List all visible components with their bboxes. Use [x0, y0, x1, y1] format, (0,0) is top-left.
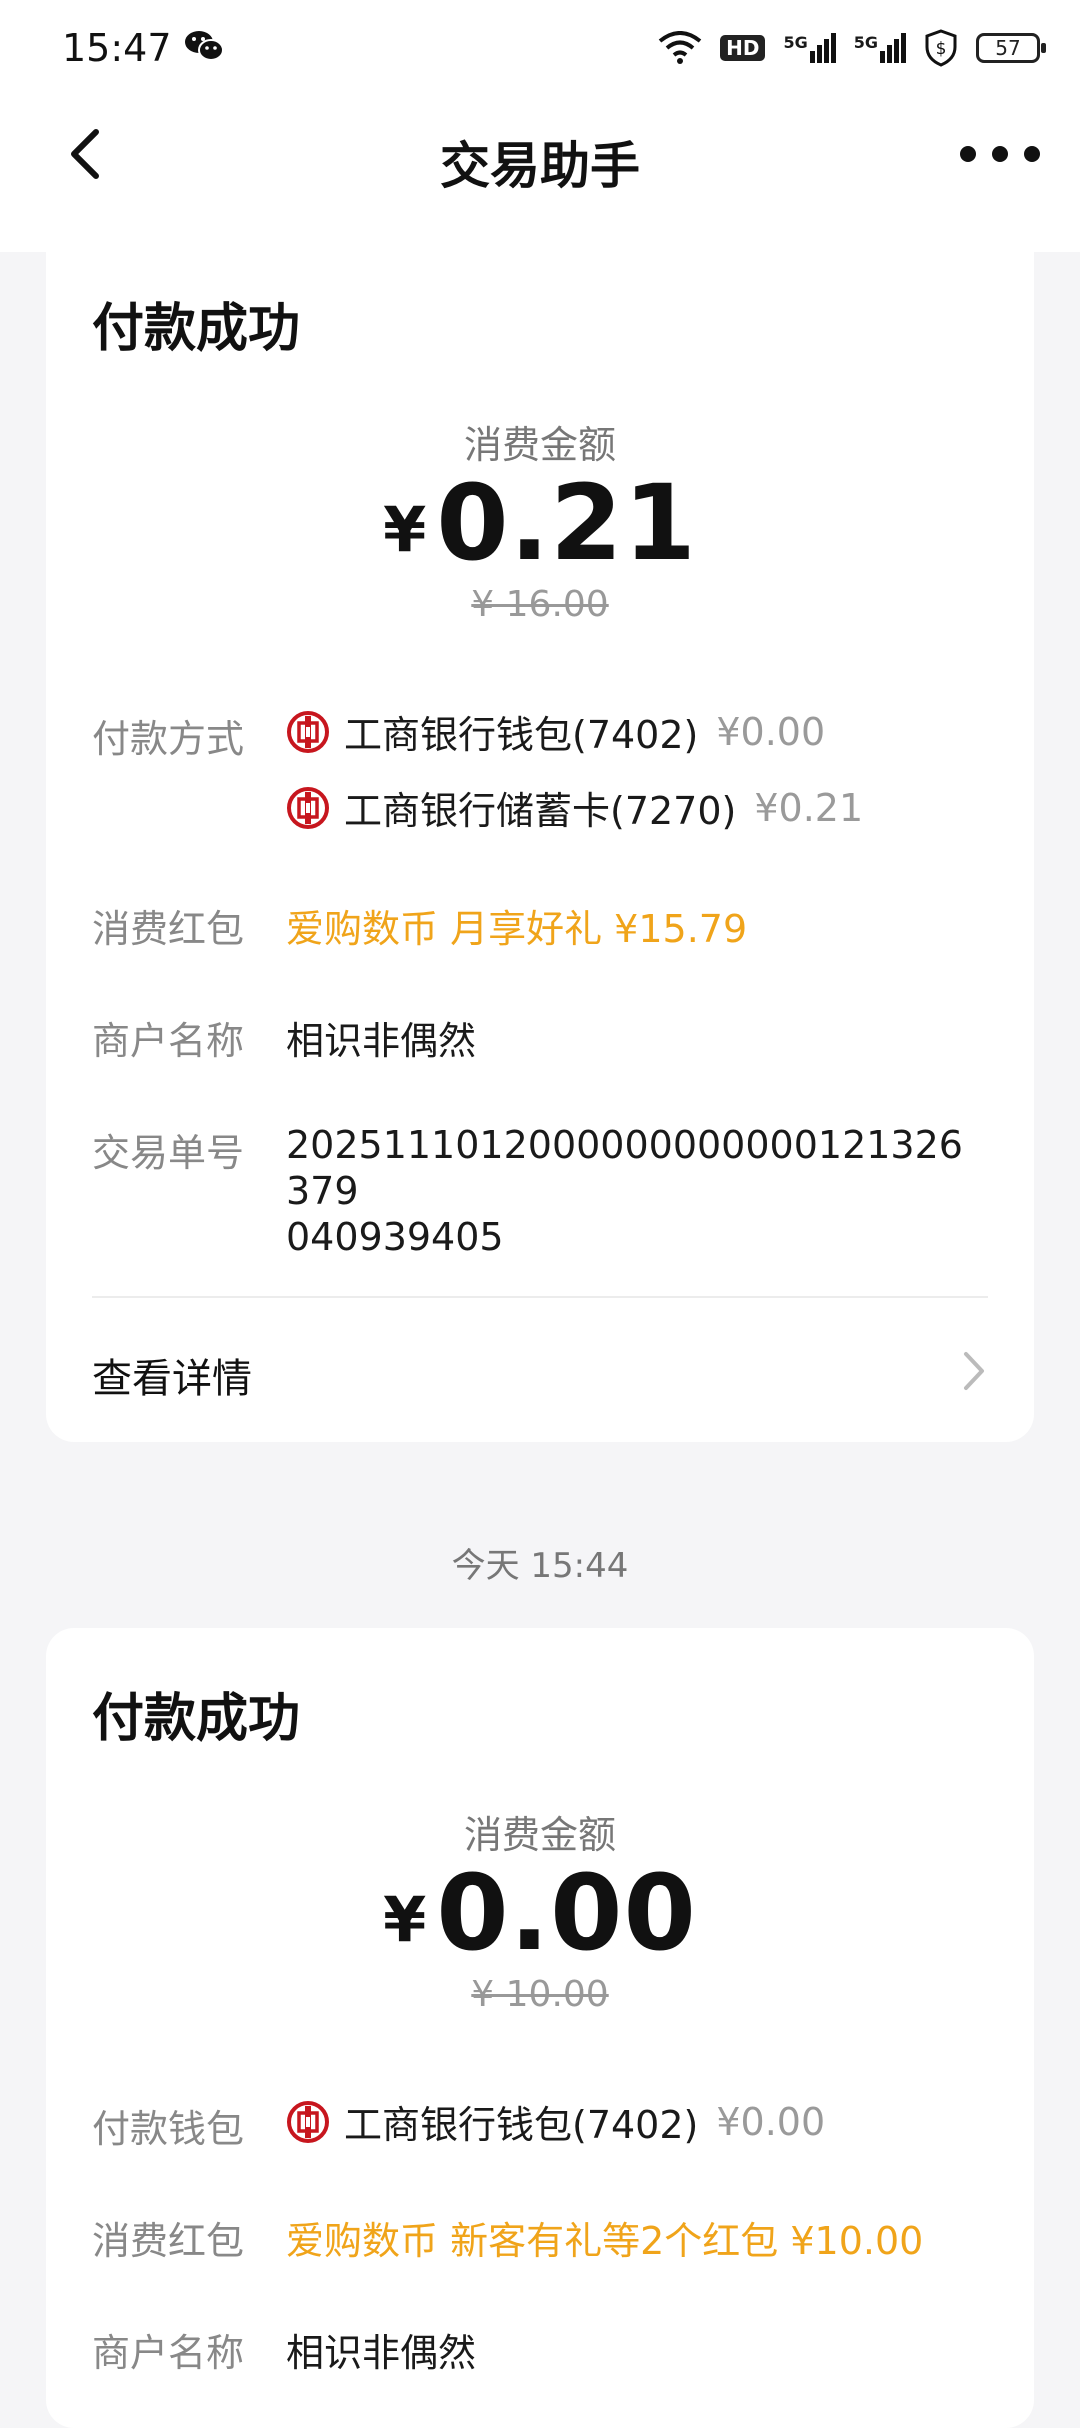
- chevron-right-icon[interactable]: [954, 1346, 994, 1396]
- message-timestamp: 今天 15:44: [451, 1546, 629, 1586]
- transaction-card: 付款成功 消费金额 ¥0.21 ¥ 16.00 付款方式 工商银行钱包(7402…: [46, 252, 1034, 1442]
- payment-item: 工商银行钱包(7402) ¥0.00: [286, 704, 825, 759]
- battery-icon: 57: [976, 33, 1046, 63]
- amount: ¥0.21: [383, 462, 697, 584]
- more-options-icon[interactable]: [960, 126, 1040, 182]
- icbc-logo-icon: [287, 786, 329, 829]
- merchant-value: 相识非偶然: [286, 2331, 477, 2375]
- order-number-label: 交易单号: [92, 1131, 245, 1175]
- signal-5g-icon: 5G: [783, 33, 836, 63]
- amount-label: 消费金额: [463, 423, 616, 467]
- original-amount: ¥ 10.00: [471, 1974, 609, 2015]
- card-heading: 付款成功: [92, 1689, 301, 1749]
- redpacket-value: 爱购数币 月享好礼 ¥15.79: [286, 907, 748, 951]
- status-icons: HD 5G 5G $ 57: [658, 24, 1046, 72]
- redpacket-label: 消费红包: [92, 907, 245, 951]
- amount-label: 消费金额: [463, 1813, 616, 1857]
- payment-item: 工商银行钱包(7402) ¥0.00: [286, 2094, 825, 2149]
- card-heading: 付款成功: [92, 299, 301, 359]
- merchant-label: 商户名称: [92, 1019, 245, 1063]
- payment-method-label: 付款方式: [92, 717, 245, 761]
- divider: [92, 1296, 988, 1298]
- page-title: 交易助手: [440, 137, 640, 195]
- shield-dollar-icon: $: [925, 29, 957, 67]
- amount: ¥0.00: [383, 1852, 697, 1974]
- payment-wallet-label: 付款钱包: [92, 2107, 245, 2151]
- redpacket-label: 消费红包: [92, 2219, 245, 2263]
- svg-text:$: $: [936, 39, 947, 59]
- hd-badge: HD: [720, 35, 766, 61]
- payment-item: 工商银行储蓄卡(7270) ¥0.21: [286, 780, 863, 835]
- order-number-value: 2025111012000000000000121326379 04093940…: [286, 1123, 963, 1259]
- transaction-card: 付款成功 消费金额 ¥0.00 ¥ 10.00 付款钱包 工商银行钱包(7402…: [46, 1628, 1034, 2428]
- redpacket-value: 爱购数币 新客有礼等2个红包 ¥10.00: [286, 2219, 924, 2263]
- view-details-link[interactable]: 查看详情: [92, 1346, 252, 1404]
- status-time: 15:47: [62, 26, 172, 70]
- merchant-value: 相识非偶然: [286, 1019, 477, 1063]
- icbc-logo-icon: [287, 710, 329, 753]
- wifi-icon: [658, 31, 702, 64]
- signal-5g-icon: 5G: [854, 33, 906, 63]
- wechat-icon: [185, 31, 224, 61]
- nav-bar: 交易助手: [0, 96, 1080, 252]
- icbc-logo-icon: [287, 2100, 329, 2143]
- status-bar: 15:47 HD 5G 5G $ 57: [0, 0, 1080, 96]
- merchant-label: 商户名称: [92, 2331, 245, 2375]
- original-amount: ¥ 16.00: [471, 584, 609, 625]
